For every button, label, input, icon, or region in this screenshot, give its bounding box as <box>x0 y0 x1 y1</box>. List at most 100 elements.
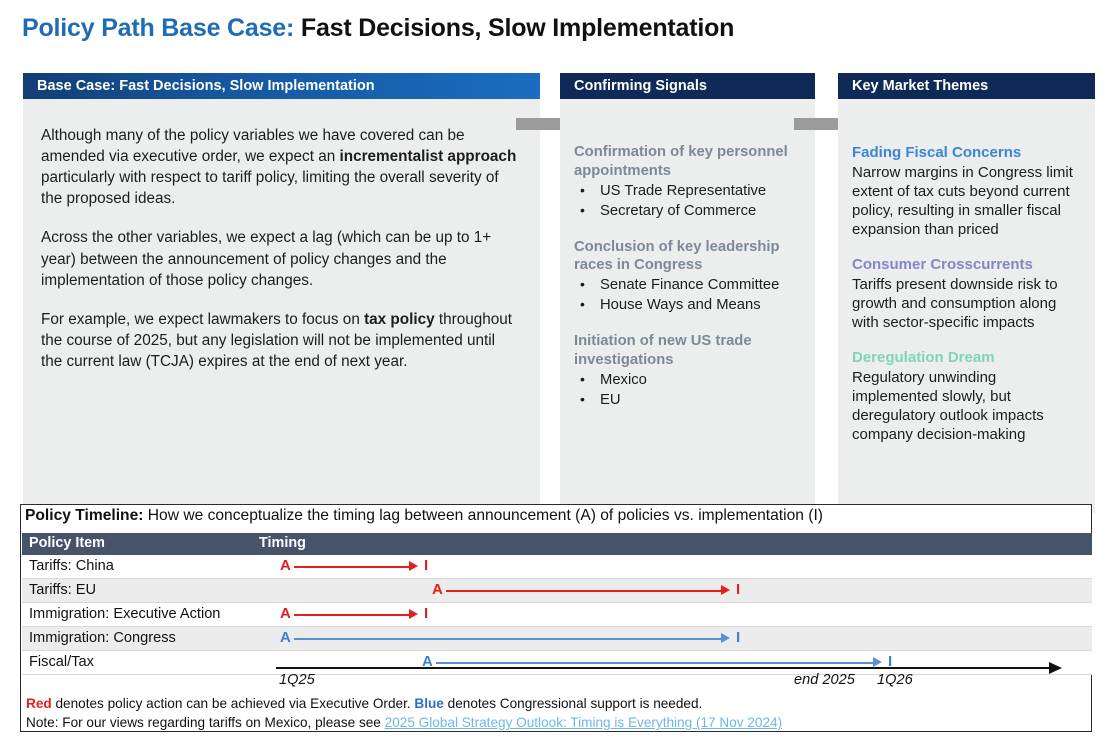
list-item-label: Senate Finance Committee <box>600 277 780 294</box>
implementation-marker: I <box>424 605 429 622</box>
signal-group: Confirmation of key personnel appointmen… <box>574 143 805 222</box>
implementation-marker: I <box>736 629 741 646</box>
footnote-red-word: Red <box>26 696 52 711</box>
table-header-row: Policy Item Timing <box>22 533 1092 555</box>
market-theme-heading: Fading Fiscal Concerns <box>852 144 1022 161</box>
signal-list: • Senate Finance Committee • House Ways and… <box>574 276 805 316</box>
footnote-mid-text: denotes policy action can be achieved vi… <box>51 696 415 711</box>
axis-tick-label: 1Q25 <box>279 672 315 688</box>
policy-item-label: Tariffs: China <box>29 558 114 574</box>
list-item-label: Secretary of Commerce <box>600 202 757 219</box>
base-case-paragraph: For example, we expect lawmakers to focu… <box>41 309 518 372</box>
right-arrowhead-icon <box>873 656 882 667</box>
timing-lag-line <box>446 590 721 592</box>
list-item: • House Ways and Means <box>574 296 805 316</box>
bullet-icon: • <box>580 201 585 218</box>
timeline-axis-line <box>276 667 1051 669</box>
slide-root: Policy Path Base Case: Fast Decisions, S… <box>0 0 1113 742</box>
timing-lag-line <box>436 662 873 664</box>
right-arrowhead-icon <box>721 584 730 595</box>
policy-item-label: Fiscal/Tax <box>29 654 94 670</box>
market-theme-heading: Deregulation Dream <box>852 349 995 367</box>
implementation-marker: I <box>424 557 429 574</box>
page-title-blue: Policy Path Base Case: <box>22 14 295 42</box>
signal-group-heading: Confirmation of key personnel appointmen… <box>574 144 788 179</box>
bullet-icon: • <box>580 276 585 293</box>
market-theme-body: Tariffs present downside risk to growth … <box>852 275 1058 332</box>
panel-base-case: Base Case: Fast Decisions, Slow Implemen… <box>23 73 540 513</box>
bullet-icon: • <box>580 390 585 407</box>
axis-tick-label: end 2025 <box>794 672 855 688</box>
announcement-marker: A <box>280 557 291 574</box>
list-item: • EU <box>574 391 805 411</box>
policy-timeline-caption-rest: How we conceptualize the timing lag betw… <box>143 507 823 524</box>
signal-group: Conclusion of key leadership races in Co… <box>574 238 805 317</box>
signal-list: • Mexico • EU <box>574 371 805 411</box>
table-row: Immigration: Congress A I <box>22 627 1092 651</box>
signal-group-heading: Initiation of new US trade investigation… <box>574 333 752 368</box>
base-case-paragraph: Across the other variables, we expect a … <box>41 227 518 290</box>
axis-tick-label: 1Q26 <box>877 672 913 688</box>
signal-list: • US Trade Representative • Secretary of Co… <box>574 182 805 222</box>
footnote-note-prefix: Note: For our views regarding tariffs on… <box>26 715 385 730</box>
list-item: • Senate Finance Committee <box>574 276 805 296</box>
panel-base-case-body: Although many of the policy variables we… <box>23 99 540 513</box>
market-theme-body: Narrow margins in Congress limit extent … <box>852 163 1073 239</box>
report-link[interactable]: 2025 Global Strategy Outlook: Timing is … <box>385 715 782 730</box>
policy-timeline-caption: Policy Timeline: How we conceptualize th… <box>25 507 823 525</box>
list-item: • US Trade Representative <box>574 182 805 202</box>
market-theme: Deregulation Dream Regulatory unwinding i… <box>852 348 1085 444</box>
policy-timeline-section: Policy Timeline: How we conceptualize th… <box>20 504 1092 732</box>
page-title-black: Fast Decisions, Slow Implementation <box>300 14 735 42</box>
announcement-marker: A <box>280 629 291 646</box>
implementation-marker: I <box>736 581 741 598</box>
timing-lag-line <box>294 638 721 640</box>
market-theme-body: Regulatory unwinding implemented slowly,… <box>852 368 1044 444</box>
right-arrowhead-icon <box>409 608 418 619</box>
base-case-paragraph: Although many of the policy variables we… <box>41 125 518 209</box>
right-arrowhead-icon <box>721 632 730 643</box>
signal-group-heading: Conclusion of key leadership races in Co… <box>574 238 780 274</box>
footnote-color-legend: Red denotes policy action can be achieve… <box>26 696 702 711</box>
panel-key-market-themes-body: Fading Fiscal Concerns Narrow margins in … <box>838 99 1095 513</box>
table-row: Immigration: Executive Action A I <box>22 603 1092 627</box>
announcement-marker: A <box>280 605 291 622</box>
panel-confirming-signals-body: Confirmation of key personnel appointmen… <box>560 99 815 513</box>
panel-key-market-themes: Key Market Themes Fading Fiscal Concerns… <box>838 73 1095 513</box>
page-title: Policy Path Base Case: Fast Decisions, S… <box>22 14 734 43</box>
panel-confirming-signals-header: Confirming Signals <box>560 73 815 99</box>
body-text: Across the other variables, we expect a … <box>41 229 492 289</box>
emphasis-text: tax policy <box>364 310 435 328</box>
body-text: particularly with respect to tariff poli… <box>41 169 499 208</box>
panel-confirming-signals: Confirming Signals Confirmation of key p… <box>560 73 815 513</box>
column-header-policy-item: Policy Item <box>29 535 105 551</box>
policy-timeline-caption-bold: Policy Timeline: <box>25 507 144 524</box>
body-text: For example, we expect lawmakers to focu… <box>41 310 365 328</box>
policy-item-label: Immigration: Executive Action <box>29 606 221 622</box>
table-row: Tariffs: China A I <box>22 555 1092 579</box>
market-theme-heading: Consumer Crosscurrents <box>852 256 1033 274</box>
policy-item-label: Tariffs: EU <box>29 582 97 598</box>
footnote-note: Note: For our views regarding tariffs on… <box>26 715 782 730</box>
list-item: • Secretary of Commerce <box>574 202 805 222</box>
column-header-timing: Timing <box>259 535 306 551</box>
market-theme: Consumer Crosscurrents Tariffs present do… <box>852 255 1085 332</box>
list-item-label: Mexico <box>600 371 647 388</box>
bullet-icon: • <box>580 370 585 387</box>
bullet-icon: • <box>580 181 585 198</box>
right-arrowhead-icon <box>409 560 418 571</box>
timing-lag-line <box>294 566 409 568</box>
list-item-label: EU <box>600 391 621 408</box>
table-row: Tariffs: EU A I <box>22 579 1092 603</box>
signal-group: Initiation of new US trade investigation… <box>574 332 805 411</box>
list-item-label: US Trade Representative <box>600 182 767 199</box>
list-item: • Mexico <box>574 371 805 391</box>
policy-timeline-table: Policy Item Timing Tariffs: China A I Tarif… <box>22 533 1092 675</box>
table-row: Fiscal/Tax A I <box>22 651 1092 675</box>
panel-key-market-themes-header: Key Market Themes <box>838 73 1095 99</box>
panel-base-case-header: Base Case: Fast Decisions, Slow Implemen… <box>23 73 540 99</box>
footnote-tail-text: denotes Congressional support is needed. <box>443 696 703 711</box>
footnote-blue-word: Blue <box>414 696 444 711</box>
right-arrowhead-icon <box>1049 661 1062 674</box>
timing-lag-line <box>294 614 409 616</box>
